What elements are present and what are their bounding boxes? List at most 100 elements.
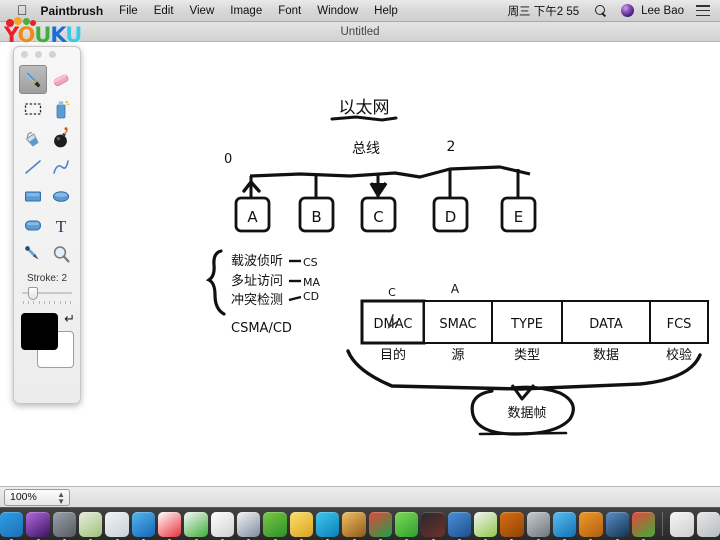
numbers-icon[interactable]: [263, 511, 287, 540]
drawing-title: 以太网: [339, 98, 390, 118]
time-machine-icon[interactable]: [605, 511, 629, 540]
search-icon[interactable]: [595, 4, 607, 17]
menu-item-font[interactable]: Font: [278, 5, 301, 17]
youku-letter-4: U: [65, 23, 82, 47]
bus-node-group: A B C D E: [234, 196, 537, 233]
stroke-slider[interactable]: [22, 287, 72, 301]
dictionary-icon[interactable]: [500, 511, 524, 540]
palette-zoom-button[interactable]: [49, 51, 56, 58]
menu-item-window[interactable]: Window: [317, 5, 358, 17]
youku-letter-3: K: [50, 23, 66, 47]
menu-item-edit[interactable]: Edit: [154, 5, 174, 17]
apple-menu-icon[interactable]: : [17, 3, 28, 17]
maps-icon[interactable]: [79, 511, 103, 540]
preview-icon[interactable]: [474, 511, 498, 540]
line-tool[interactable]: [19, 152, 47, 181]
remote-desktop-icon[interactable]: [447, 511, 471, 540]
chrome-icon[interactable]: [368, 511, 393, 540]
downloads-stack-icon[interactable]: [670, 511, 694, 537]
rounded-rectangle-tool[interactable]: [19, 210, 47, 239]
window-title: Untitled: [340, 25, 380, 38]
youku-dot-3: [30, 20, 36, 26]
photos-icon[interactable]: [105, 511, 129, 540]
launchpad-icon[interactable]: [52, 511, 77, 540]
youku-letter-2: U: [34, 23, 51, 47]
frame-field-cn-FCS: 校验: [666, 347, 692, 363]
csma-row-en-2: CD: [303, 290, 319, 303]
trash-icon[interactable]: [696, 511, 720, 537]
bomb-tool[interactable]: [47, 123, 75, 152]
rectangle-tool[interactable]: [19, 181, 47, 210]
menu-item-file[interactable]: File: [119, 5, 138, 17]
menu-bar-clock[interactable]: 周三 下午2 55: [508, 3, 580, 19]
frame-field-label-TYPE: TYPE: [510, 317, 543, 332]
foreground-color-swatch[interactable]: [21, 313, 58, 350]
mail-icon[interactable]: [552, 511, 577, 540]
zoom-level-select[interactable]: 100% ▲ ▼: [4, 488, 70, 506]
image-capture-icon[interactable]: [526, 511, 550, 540]
frame-bracket-label: 数据帧: [507, 406, 546, 421]
frame-field-cn-SMAC: 源: [451, 348, 464, 363]
bus-node-label-E: E: [514, 208, 523, 226]
slider-knob[interactable]: [28, 287, 38, 300]
paintbrush-icon[interactable]: [342, 511, 366, 540]
bus-label: 总线: [352, 141, 380, 157]
eraser-tool[interactable]: [47, 65, 75, 94]
youku-logo-text: YOUKU: [4, 23, 82, 47]
menu-app-name[interactable]: Paintbrush: [41, 4, 104, 18]
frame-mark-dmac: C: [388, 286, 396, 299]
youku-dot-2: [23, 18, 30, 25]
palette-minimize-button[interactable]: [35, 51, 42, 58]
slider-ticks: [23, 301, 71, 304]
window-title-bar[interactable]: Untitled: [0, 22, 720, 42]
pages-icon[interactable]: [210, 511, 235, 540]
windows-icon[interactable]: [631, 511, 656, 540]
menu-bar-user-name[interactable]: Lee Bao: [641, 5, 684, 17]
paintbrush-tool[interactable]: [19, 65, 47, 94]
ellipse-tool[interactable]: [47, 181, 75, 210]
paint-bucket-tool[interactable]: [19, 123, 47, 152]
curve-tool[interactable]: [47, 152, 75, 181]
menu-bar:  Paintbrush File Edit View Image Font W…: [0, 0, 720, 22]
bus-left-label: 0: [224, 152, 232, 167]
frame-field-label-SMAC: SMAC: [439, 317, 476, 332]
bus-node-label-D: D: [445, 208, 457, 226]
ibooks-icon[interactable]: [579, 511, 603, 540]
menu-item-help[interactable]: Help: [374, 5, 398, 17]
keynote-icon[interactable]: [237, 511, 261, 540]
calendar-icon[interactable]: [158, 511, 182, 540]
paintbrush-window: Untitled 以太网 0 总线 2 ABCDE 载波侦听 CS 多址访问 M…: [0, 22, 720, 507]
app-store-icon[interactable]: [184, 511, 208, 540]
dock: [0, 507, 720, 540]
csma-row-cn-1: 多址访问: [231, 273, 283, 289]
notification-center-icon[interactable]: [696, 5, 710, 16]
status-bar: 100% ▲ ▼: [0, 486, 720, 507]
qq-icon[interactable]: [421, 511, 445, 540]
csma-rows: 载波侦听 CS 多址访问 MA 冲突检测 CD: [231, 254, 320, 308]
magnifier-tool[interactable]: [47, 239, 75, 268]
finder-icon[interactable]: [0, 511, 24, 540]
menu-item-image[interactable]: Image: [230, 5, 262, 17]
drawing-canvas[interactable]: 以太网 0 总线 2 ABCDE 载波侦听CS多址访问MA冲突检测CD: [0, 43, 720, 486]
eyedropper-tool[interactable]: [19, 239, 47, 268]
rectangle-select-tool[interactable]: [19, 94, 47, 123]
csma-row-cn-2: 冲突检测: [231, 292, 283, 308]
siri-icon[interactable]: [621, 4, 635, 17]
notes-icon[interactable]: [289, 511, 314, 540]
swap-colors-icon[interactable]: ↵: [64, 311, 75, 327]
menu-item-view[interactable]: View: [190, 5, 215, 17]
spray-can-tool[interactable]: [47, 94, 75, 123]
palette-title-bar[interactable]: [14, 47, 80, 62]
messages-icon[interactable]: [316, 511, 340, 540]
youku-dot-1: [14, 17, 22, 25]
safari-icon[interactable]: [131, 511, 156, 540]
wechat-icon[interactable]: [395, 511, 419, 540]
frame-field-cn-TYPE: 类型: [514, 348, 540, 363]
ethernet-frame-table: DMAC目的SMAC源TYPE类型DATA数据FCS校验: [360, 299, 709, 363]
siri-icon[interactable]: [26, 511, 50, 540]
youku-watermark: YOUKU: [4, 17, 82, 47]
youku-letter-1: O: [17, 23, 35, 47]
frame-field-label-DATA: DATA: [589, 317, 623, 332]
palette-close-button[interactable]: [21, 51, 28, 58]
text-tool[interactable]: T: [47, 210, 75, 239]
